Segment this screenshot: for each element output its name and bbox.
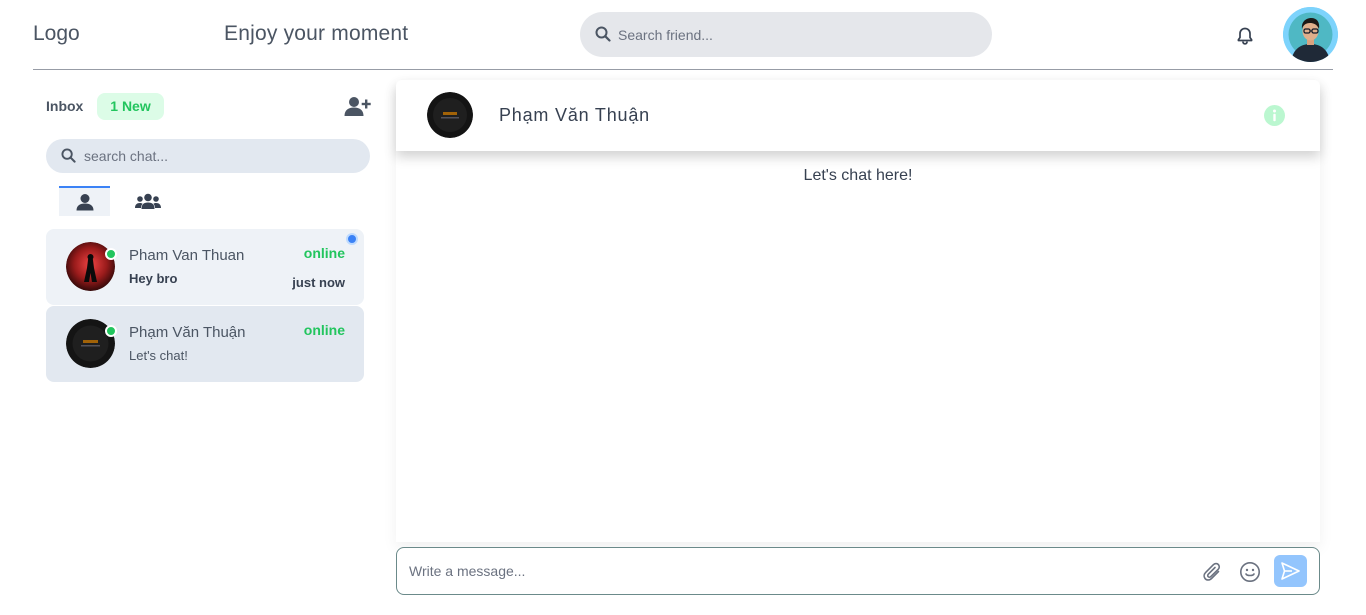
search-icon <box>595 26 611 42</box>
empty-chat-hint: Let's chat here! <box>803 167 913 184</box>
tab-group-chats[interactable] <box>122 186 173 216</box>
logo[interactable]: Logo <box>33 22 80 46</box>
chat-contact-avatar[interactable] <box>427 92 473 138</box>
chat-search[interactable] <box>46 139 370 173</box>
users-group-icon <box>134 193 161 209</box>
tab-direct-messages[interactable] <box>59 186 110 216</box>
chat-title: Phạm Văn Thuận <box>499 105 650 125</box>
online-indicator <box>105 325 117 337</box>
search-icon <box>61 148 76 163</box>
new-messages-badge: 1 New <box>97 93 164 120</box>
contact-name: Phạm Văn Thuận <box>129 324 246 341</box>
unread-indicator <box>346 233 358 245</box>
message-time: just now <box>292 275 345 290</box>
chat-search-input[interactable] <box>84 139 354 173</box>
chat-header: Phạm Văn Thuận <box>396 80 1320 151</box>
conversation-item[interactable]: Pham Van Thuan Hey bro online just now <box>46 229 364 305</box>
user-icon <box>76 194 93 211</box>
message-input[interactable] <box>409 548 1189 594</box>
inbox-label: Inbox <box>46 98 84 114</box>
conversation-item-active[interactable]: Phạm Văn Thuận Let's chat! online <box>46 306 364 382</box>
emoji-icon[interactable] <box>1239 561 1261 583</box>
contact-name: Pham Van Thuan <box>129 247 245 264</box>
last-message: Let's chat! <box>129 348 188 363</box>
bell-icon[interactable] <box>1235 26 1255 46</box>
top-bar: Logo Enjoy your moment <box>0 0 1366 70</box>
paperclip-icon[interactable] <box>1202 561 1224 583</box>
user-avatar-image <box>1283 7 1338 62</box>
add-friend-icon[interactable] <box>344 96 371 117</box>
online-indicator <box>105 248 117 260</box>
send-icon <box>1281 562 1300 580</box>
send-button[interactable] <box>1274 555 1307 587</box>
info-icon[interactable] <box>1264 105 1285 126</box>
friend-search-input[interactable] <box>618 12 978 57</box>
user-avatar[interactable] <box>1283 7 1338 62</box>
online-status: online <box>303 322 345 338</box>
header-divider <box>33 69 1333 70</box>
last-message: Hey bro <box>129 271 178 286</box>
message-composer[interactable] <box>396 547 1320 595</box>
tagline: Enjoy your moment <box>224 22 409 45</box>
friend-search[interactable] <box>580 12 992 57</box>
online-status: online <box>303 245 345 261</box>
